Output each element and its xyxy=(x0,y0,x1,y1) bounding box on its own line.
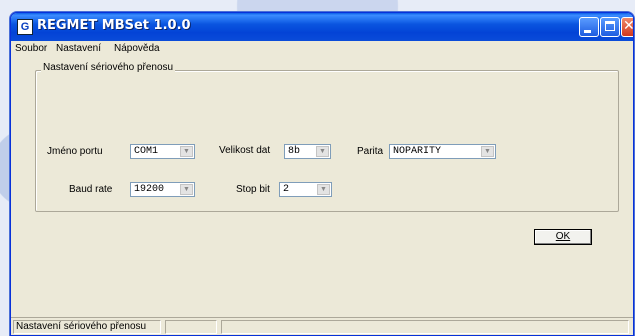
status-bar: Nastavení sériového přenosu xyxy=(11,317,633,335)
port-combo[interactable]: COM1 ▼ xyxy=(130,144,195,159)
app-icon: G xyxy=(17,19,33,35)
ok-button[interactable]: OK xyxy=(534,229,592,245)
window-title: REGMET MBSet 1.0.0 xyxy=(37,18,191,33)
chevron-down-icon[interactable]: ▼ xyxy=(180,146,193,157)
chevron-down-icon[interactable]: ▼ xyxy=(317,184,330,195)
minimize-button[interactable] xyxy=(579,17,599,37)
stopbit-combo[interactable]: 2 ▼ xyxy=(279,182,332,197)
group-title: Nastavení sériového přenosu xyxy=(41,62,176,73)
chevron-down-icon[interactable]: ▼ xyxy=(316,146,329,157)
baud-label: Baud rate xyxy=(69,184,113,195)
menu-napoveda[interactable]: Nápověda xyxy=(114,43,160,54)
menu-bar: Soubor Nastavení Nápověda xyxy=(11,41,633,59)
maximize-icon xyxy=(605,21,615,31)
status-panel-2 xyxy=(165,320,217,334)
close-button[interactable]: ✕ xyxy=(621,17,634,37)
stopbit-label: Stop bit xyxy=(236,184,270,195)
baud-combo[interactable]: 19200 ▼ xyxy=(130,182,195,197)
menu-soubor[interactable]: Soubor xyxy=(15,43,47,54)
ok-button-label: OK xyxy=(555,231,571,242)
menu-nastaveni[interactable]: Nastavení xyxy=(56,43,101,54)
chevron-down-icon[interactable]: ▼ xyxy=(481,146,494,157)
minimize-icon xyxy=(584,30,591,33)
parity-label: Parita xyxy=(357,146,384,157)
title-bar[interactable]: G REGMET MBSet 1.0.0 ✕ xyxy=(11,13,633,41)
datasize-value: 8b xyxy=(288,146,301,157)
datasize-combo[interactable]: 8b ▼ xyxy=(284,144,331,159)
close-icon: ✕ xyxy=(623,18,634,34)
parity-value: NOPARITY xyxy=(393,146,442,157)
app-window: G REGMET MBSet 1.0.0 ✕ Soubor Nastavení … xyxy=(10,12,634,336)
stopbit-value: 2 xyxy=(283,184,290,195)
baud-value: 19200 xyxy=(134,184,165,195)
maximize-button[interactable] xyxy=(600,17,620,37)
port-label: Jméno portu xyxy=(47,146,103,157)
parity-combo[interactable]: NOPARITY ▼ xyxy=(389,144,496,159)
status-panel-3 xyxy=(221,320,629,334)
status-panel-main: Nastavení sériového přenosu xyxy=(13,320,161,334)
datasize-label: Velikost dat xyxy=(219,145,271,156)
port-value: COM1 xyxy=(134,146,159,157)
chevron-down-icon[interactable]: ▼ xyxy=(180,184,193,195)
